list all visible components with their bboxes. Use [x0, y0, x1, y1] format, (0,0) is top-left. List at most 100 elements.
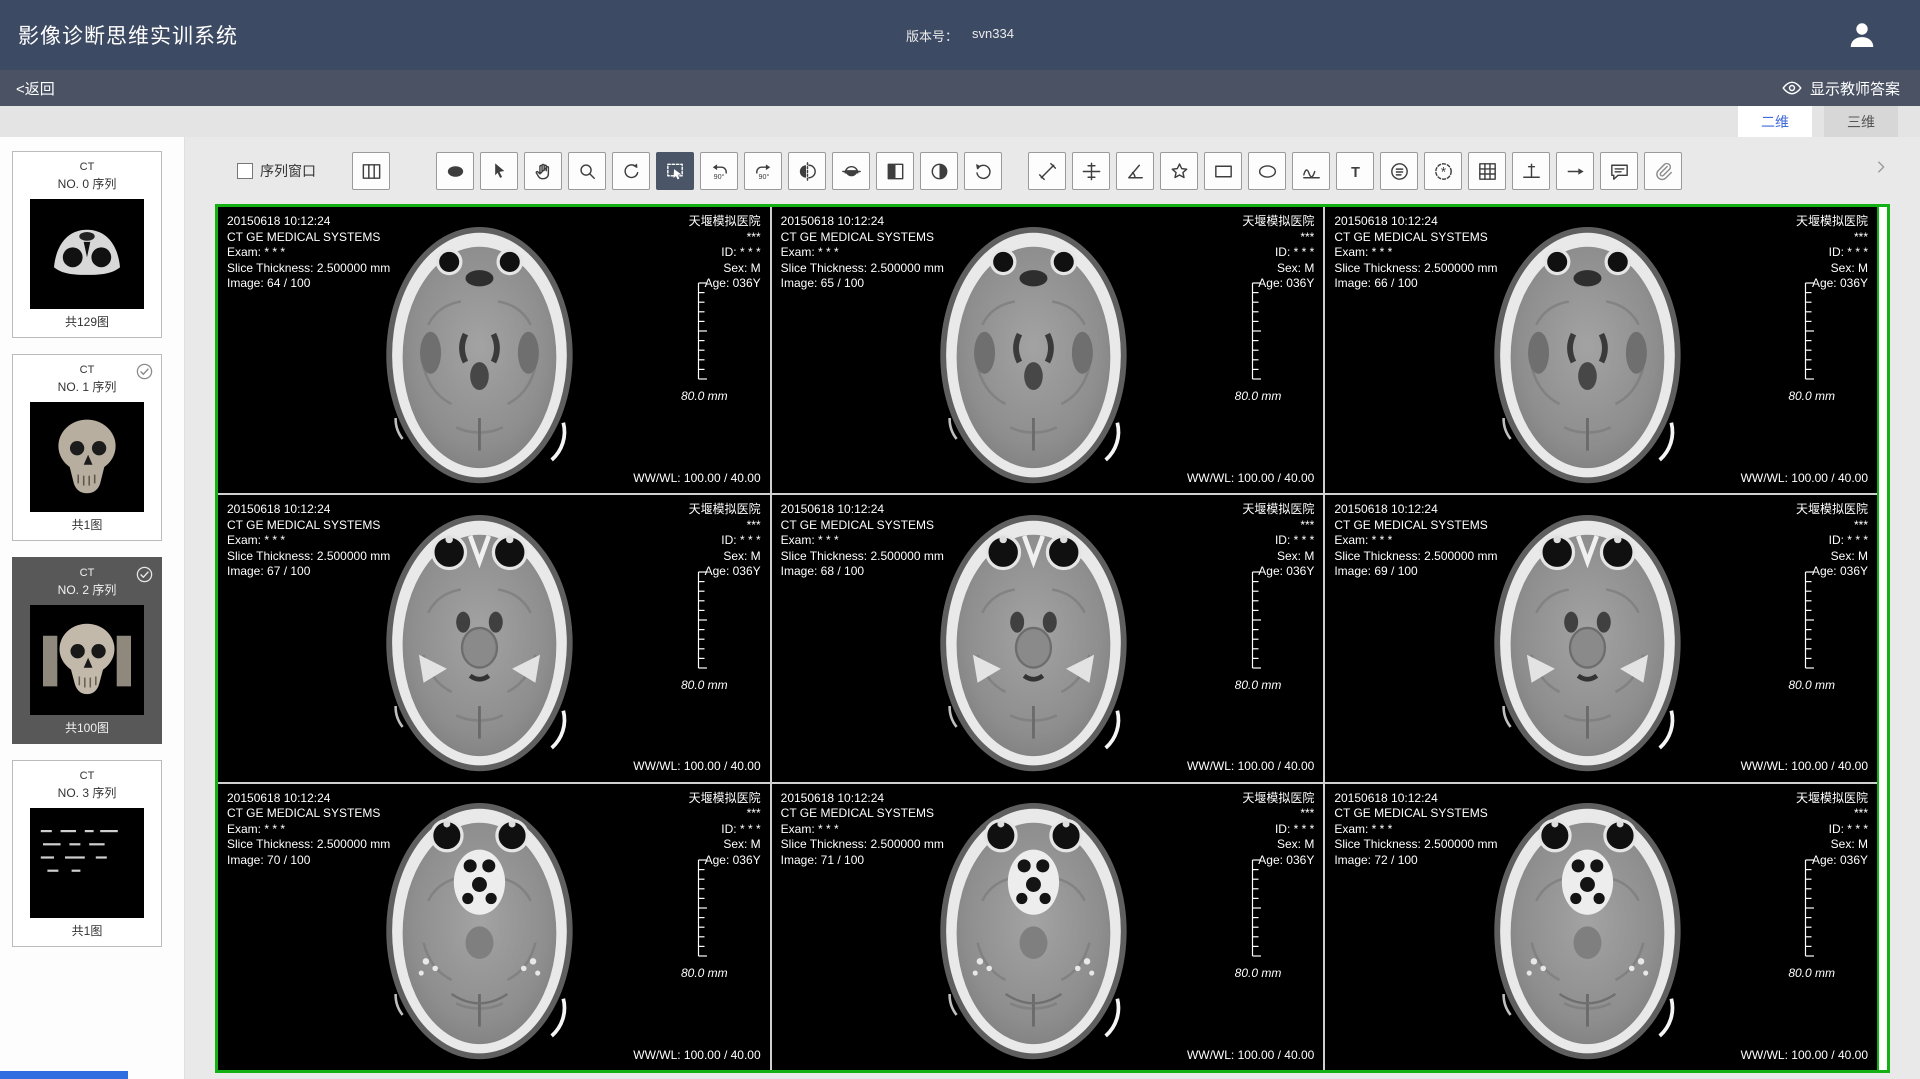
version-value: svn334 [972, 26, 1014, 45]
series-window-toggle[interactable]: 序列窗口 [237, 161, 316, 181]
viewer-cell-1[interactable]: 20150618 10:12:24CT GE MEDICAL SYSTEMSEx… [772, 207, 1324, 493]
viewer-cell-4[interactable]: 20150618 10:12:24CT GE MEDICAL SYSTEMSEx… [772, 495, 1324, 781]
toolbar-group-annotate: T* [1028, 152, 1682, 190]
flip-vertical-button[interactable] [832, 152, 870, 190]
series-name: NO. 0 序列 [19, 176, 155, 192]
person-icon [1844, 17, 1880, 53]
viewer-scrollbar[interactable] [1877, 207, 1887, 1070]
magnifier-icon [576, 160, 599, 183]
star-mark-button[interactable] [1160, 152, 1198, 190]
text-annotation-button[interactable]: T [1336, 152, 1374, 190]
scale-ruler: 80.0 mm [1249, 281, 1282, 403]
series-card-2[interactable]: CTNO. 2 序列共100图 [12, 557, 162, 744]
sidebar-bottom-accent [0, 1071, 128, 1079]
svg-text:90°: 90° [758, 173, 769, 181]
cursor-icon [488, 160, 511, 183]
measure-line-icon [1036, 160, 1059, 183]
viewer-cell-2[interactable]: 20150618 10:12:24CT GE MEDICAL SYSTEMSEx… [1325, 207, 1877, 493]
series-card-1[interactable]: CTNO. 1 序列共1图 [12, 354, 162, 541]
cursor-select-button[interactable] [480, 152, 518, 190]
circle-text-button[interactable] [1380, 152, 1418, 190]
show-answer-button[interactable]: 显示教师答案 [1781, 77, 1900, 99]
scale-ruler: 80.0 mm [695, 858, 728, 980]
arrow-annotation-button[interactable] [1556, 152, 1594, 190]
series-count: 共1图 [19, 924, 155, 939]
grid-overlay-button[interactable] [1468, 152, 1506, 190]
viewer-cell-0[interactable]: 20150618 10:12:24CT GE MEDICAL SYSTEMSEx… [218, 207, 770, 493]
viewer-cell-6[interactable]: 20150618 10:12:24CT GE MEDICAL SYSTEMSEx… [218, 784, 770, 1070]
viewer-cell-7[interactable]: 20150618 10:12:24CT GE MEDICAL SYSTEMSEx… [772, 784, 1324, 1070]
tab-3d[interactable]: 三维 [1824, 106, 1898, 137]
version-label: 版本号： [906, 26, 958, 45]
scale-ruler: 80.0 mm [695, 281, 728, 403]
series-modality: CT [19, 160, 155, 174]
circle-dashed-button[interactable]: * [1424, 152, 1462, 190]
reset-button[interactable] [964, 152, 1002, 190]
measure-cross-button[interactable] [1072, 152, 1110, 190]
measure-line-button[interactable] [1028, 152, 1066, 190]
overlay-window-level: WW/WL: 100.00 / 40.00 [1187, 471, 1314, 487]
attachment-button[interactable] [1644, 152, 1682, 190]
chevron-right-icon [1872, 158, 1890, 176]
measure-angle-button[interactable] [1116, 152, 1154, 190]
scale-label: 80.0 mm [681, 966, 728, 980]
rect-roi-button[interactable] [1204, 152, 1242, 190]
overlay-patient-info: 天堰模拟医院***ID: * * *Sex: MAge: 036Y [1242, 791, 1314, 869]
overlay-window-level: WW/WL: 100.00 / 40.00 [633, 759, 760, 775]
scale-ruler: 80.0 mm [695, 570, 728, 692]
series-thumbnail [30, 402, 144, 512]
zoom-button[interactable] [568, 152, 606, 190]
perpendicular-measure-button[interactable] [1512, 152, 1550, 190]
viewer-cell-3[interactable]: 20150618 10:12:24CT GE MEDICAL SYSTEMSEx… [218, 495, 770, 781]
circle-text-icon [1388, 160, 1411, 183]
viewer-cell-8[interactable]: 20150618 10:12:24CT GE MEDICAL SYSTEMSEx… [1325, 784, 1877, 1070]
rotate-right-90-button[interactable]: 90° [744, 152, 782, 190]
overlay-study-info: 20150618 10:12:24CT GE MEDICAL SYSTEMSEx… [227, 791, 390, 869]
rotate-button[interactable] [612, 152, 650, 190]
flip-horizontal-button[interactable] [788, 152, 826, 190]
overlay-window-level: WW/WL: 100.00 / 40.00 [633, 1048, 760, 1064]
overlay-patient-info: 天堰模拟医院***ID: * * *Sex: MAge: 036Y [689, 502, 761, 580]
layout-columns-icon [360, 160, 383, 183]
overlay-study-info: 20150618 10:12:24CT GE MEDICAL SYSTEMSEx… [781, 791, 944, 869]
scale-ruler: 80.0 mm [1249, 858, 1282, 980]
overlay-study-info: 20150618 10:12:24CT GE MEDICAL SYSTEMSEx… [227, 214, 390, 292]
series-card-3[interactable]: CTNO. 3 序列共1图 [12, 760, 162, 947]
series-thumbnail [30, 808, 144, 918]
window-level-button[interactable] [920, 152, 958, 190]
series-window-checkbox[interactable] [237, 163, 253, 179]
comment-icon [1608, 160, 1631, 183]
ellipse-roi-button[interactable] [1248, 152, 1286, 190]
ellipse-mask-button[interactable] [436, 152, 474, 190]
comment-button[interactable] [1600, 152, 1638, 190]
series-card-0[interactable]: CTNO. 0 序列共129图 [12, 151, 162, 338]
rect-select-button[interactable] [656, 152, 694, 190]
user-avatar-button[interactable] [1844, 17, 1880, 53]
panel-toggle-button[interactable] [1872, 158, 1890, 184]
overlay-window-level: WW/WL: 100.00 / 40.00 [1741, 759, 1868, 775]
tab-2d[interactable]: 二维 [1738, 106, 1812, 137]
toolbar: 序列窗口 90°90° T* [237, 148, 1890, 194]
measure-cross-icon [1080, 160, 1103, 183]
content: CTNO. 0 序列共129图CTNO. 1 序列共1图CTNO. 2 序列共1… [0, 137, 1920, 1079]
series-count: 共100图 [19, 721, 155, 736]
pan-button[interactable] [524, 152, 562, 190]
scale-ruler: 80.0 mm [1802, 858, 1835, 980]
grid-icon [1476, 160, 1499, 183]
curve-roi-button[interactable] [1292, 152, 1330, 190]
scale-ruler: 80.0 mm [1802, 570, 1835, 692]
hand-icon [532, 160, 555, 183]
main-panel: 序列窗口 90°90° T* 20150618 10:12:24CT GE ME… [215, 137, 1890, 1079]
overlay-window-level: WW/WL: 100.00 / 40.00 [1741, 1048, 1868, 1064]
curve-roi-icon [1300, 160, 1323, 183]
ellipse-mask-icon [444, 160, 467, 183]
layout-columns-button[interactable] [352, 152, 390, 190]
viewer-cell-5[interactable]: 20150618 10:12:24CT GE MEDICAL SYSTEMSEx… [1325, 495, 1877, 781]
scale-label: 80.0 mm [1235, 966, 1282, 980]
series-sidebar: CTNO. 0 序列共129图CTNO. 1 序列共1图CTNO. 2 序列共1… [0, 137, 185, 1079]
rotate-left-90-button[interactable]: 90° [700, 152, 738, 190]
overlay-patient-info: 天堰模拟医院***ID: * * *Sex: MAge: 036Y [1796, 502, 1868, 580]
invert-button[interactable] [876, 152, 914, 190]
back-button[interactable]: <返回 [16, 78, 55, 99]
eye-icon [1781, 77, 1803, 99]
